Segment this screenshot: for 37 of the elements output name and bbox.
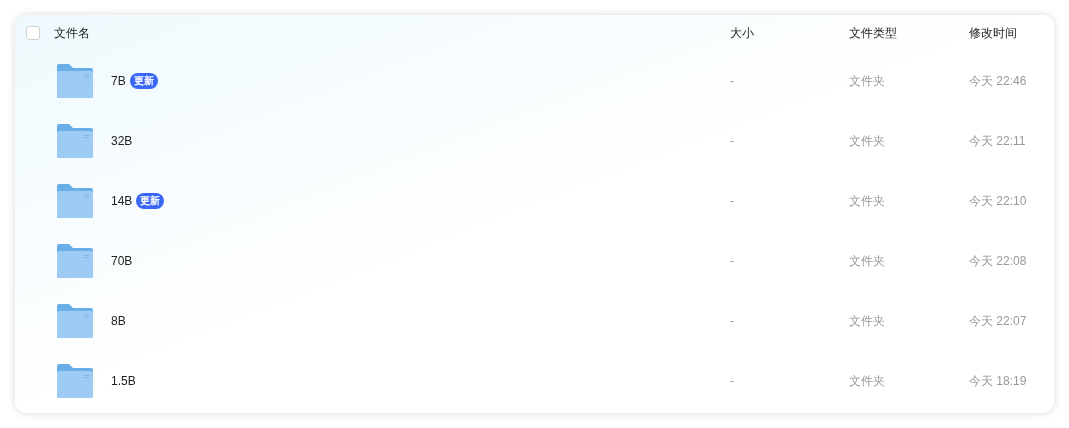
modified-time: 今天 22:10 — [969, 193, 1027, 210]
file-size: - — [730, 373, 735, 390]
file-type: 文件夹 — [849, 373, 886, 390]
folder-icon — [57, 124, 93, 158]
file-type: 文件夹 — [849, 253, 886, 270]
update-badge: 更新 — [129, 73, 158, 89]
file-type: 文件夹 — [849, 193, 886, 210]
modified-time: 今天 22:11 — [969, 133, 1026, 150]
file-size: - — [730, 193, 735, 210]
file-size: - — [730, 133, 735, 150]
file-name[interactable]: 14B — [111, 192, 133, 210]
file-type: 文件夹 — [849, 313, 886, 330]
file-name[interactable]: 7B — [111, 72, 126, 90]
file-size: - — [730, 73, 735, 90]
file-type: 文件夹 — [849, 73, 886, 90]
modified-time: 今天 22:08 — [969, 253, 1027, 270]
file-type: 文件夹 — [849, 133, 886, 150]
file-name[interactable]: 70B — [111, 252, 133, 270]
column-header: 文件名 — [54, 25, 91, 42]
select-all-checkbox[interactable] — [26, 26, 40, 40]
update-badge: 更新 — [136, 193, 165, 209]
file-size: - — [730, 313, 735, 330]
folder-icon — [57, 364, 93, 398]
column-header: 修改时间 — [969, 25, 1017, 42]
file-name[interactable]: 32B — [111, 132, 133, 150]
file-name[interactable]: 8B — [111, 312, 126, 330]
file-size: - — [730, 253, 735, 270]
modified-time: 今天 22:07 — [969, 313, 1027, 330]
column-header: 大小 — [730, 25, 755, 42]
folder-icon — [57, 304, 93, 338]
folder-icon — [57, 184, 93, 218]
file-name[interactable]: 1.5B — [111, 372, 136, 390]
folder-icon — [57, 64, 93, 98]
folder-icon — [57, 244, 93, 278]
modified-time: 今天 22:46 — [969, 73, 1027, 90]
column-header: 文件类型 — [849, 25, 898, 42]
modified-time: 今天 18:19 — [969, 373, 1027, 390]
